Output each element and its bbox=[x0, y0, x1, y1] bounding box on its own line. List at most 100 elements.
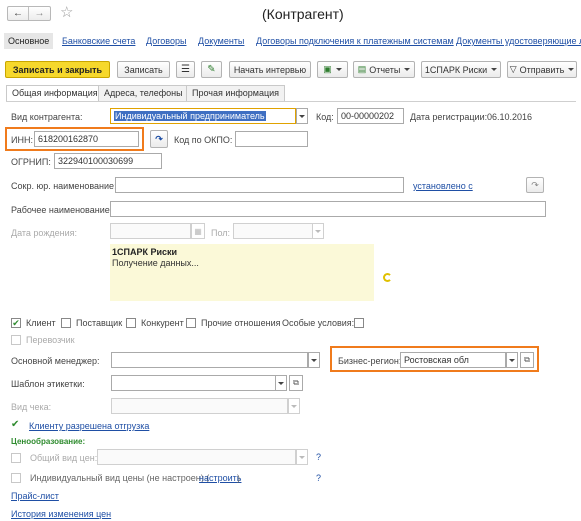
tab-general-info[interactable]: Общая информация bbox=[6, 85, 104, 102]
related-icon-button[interactable]: ▣ bbox=[317, 61, 348, 78]
okpo-field[interactable] bbox=[235, 131, 308, 147]
code-label: Код: bbox=[316, 112, 334, 122]
carrier-checkbox[interactable] bbox=[11, 335, 21, 345]
manager-field[interactable] bbox=[111, 352, 308, 368]
installed-from-link[interactable]: установлено с bbox=[413, 181, 473, 191]
pricing-heading: Ценообразование: bbox=[11, 437, 86, 446]
forward-button[interactable]: → bbox=[29, 7, 50, 20]
tab-label: Общая информация bbox=[12, 88, 98, 98]
manager-dropdown-button[interactable] bbox=[308, 352, 320, 368]
back-button[interactable]: ← bbox=[8, 7, 29, 20]
birth-date-field[interactable] bbox=[110, 223, 191, 239]
supplier-checkbox[interactable] bbox=[61, 318, 71, 328]
nav-link-payment-contracts[interactable]: Договоры подключения к платежным система… bbox=[256, 36, 454, 46]
region-dropdown-button[interactable] bbox=[506, 352, 518, 368]
chevron-down-icon bbox=[311, 358, 317, 362]
inn-field[interactable]: 618200162870 bbox=[34, 131, 139, 147]
price-list-link[interactable]: Прайс-лист bbox=[11, 491, 59, 501]
spark-panel: 1СПАРК Риски Получение данных... bbox=[110, 244, 374, 301]
price-history-link[interactable]: История изменения цен bbox=[11, 509, 111, 519]
ogrnip-field[interactable]: 322940100030699 bbox=[54, 153, 162, 169]
label-template-dropdown-button[interactable] bbox=[275, 375, 287, 391]
competitor-checkbox[interactable] bbox=[126, 318, 136, 328]
start-interview-button[interactable]: Начать интервью bbox=[229, 61, 311, 78]
ogrnip-label: ОГРНИП: bbox=[11, 157, 51, 167]
spark-risks-button[interactable]: 1СПАРК Риски bbox=[421, 61, 501, 78]
other-relations-label: Прочие отношения bbox=[201, 318, 281, 328]
special-conditions-label: Особые условия: bbox=[282, 318, 355, 328]
other-relations-checkbox[interactable] bbox=[186, 318, 196, 328]
region-label: Бизнес-регион: bbox=[338, 356, 402, 366]
nav-link-bank-accounts[interactable]: Банковские счета bbox=[62, 36, 135, 46]
nav-link-contracts[interactable]: Договоры bbox=[146, 36, 186, 46]
kind-dropdown-button[interactable] bbox=[296, 108, 308, 124]
send-label: Отправить bbox=[519, 64, 565, 75]
label-template-label: Шаблон этикетки: bbox=[11, 379, 85, 389]
tab-other-info[interactable]: Прочая информация bbox=[186, 85, 286, 101]
region-open-button[interactable]: ⧉ bbox=[520, 352, 534, 368]
nav-buttons: ← → bbox=[7, 6, 51, 21]
calendar-icon: ▦ bbox=[194, 226, 202, 236]
reg-date-value: 06.10.2016 bbox=[487, 112, 533, 122]
common-price-label: Общий вид цен: bbox=[30, 453, 98, 463]
favorite-star-icon[interactable]: ☆ bbox=[60, 3, 73, 21]
reports-icon: ▤ bbox=[357, 64, 367, 74]
arrow-refresh-icon: ↷ bbox=[531, 179, 539, 190]
check-mark-icon: ✔ bbox=[11, 419, 20, 430]
list-icon-button[interactable]: ☰ bbox=[176, 61, 195, 78]
edit-icon-button[interactable]: ✎ bbox=[201, 61, 222, 78]
send-button[interactable]: ▽ Отправить bbox=[507, 61, 577, 78]
region-field[interactable]: Ростовская обл bbox=[400, 352, 506, 368]
fill-by-inn-button[interactable]: ↷ bbox=[150, 130, 168, 148]
code-value: 00-00000202 bbox=[341, 111, 395, 121]
label-template-open-button[interactable]: ⧉ bbox=[289, 375, 303, 391]
okpo-label: Код по ОКПО: bbox=[174, 135, 233, 145]
client-checkbox[interactable]: ✔ bbox=[11, 318, 21, 328]
nav-link-id-documents[interactable]: Документы удостоверяющие ли bbox=[456, 36, 581, 46]
calendar-button[interactable]: ▦ bbox=[191, 223, 205, 239]
check-kind-select[interactable] bbox=[111, 398, 288, 414]
window-title: (Контрагент) bbox=[262, 6, 344, 22]
start-interview-label: Начать интервью bbox=[233, 64, 307, 75]
kind-label: Вид контрагента: bbox=[11, 112, 83, 122]
special-conditions-checkbox[interactable] bbox=[354, 318, 364, 328]
configure-price-link[interactable]: настроить bbox=[199, 473, 241, 483]
common-price-help-icon[interactable]: ? bbox=[316, 452, 321, 462]
chevron-down-icon bbox=[404, 68, 411, 71]
supplier-label: Поставщик bbox=[76, 318, 123, 328]
save-button[interactable]: Записать bbox=[117, 61, 170, 78]
common-price-dropdown-button[interactable] bbox=[296, 449, 308, 465]
kind-select[interactable]: Индивидуальный предприниматель bbox=[110, 108, 296, 124]
chevron-down-icon bbox=[315, 229, 321, 233]
label-template-field[interactable] bbox=[111, 375, 276, 391]
check-kind-dropdown-button[interactable] bbox=[288, 398, 300, 414]
birth-date-label: Дата рождения: bbox=[11, 228, 77, 238]
reports-button[interactable]: ▤ Отчеты bbox=[353, 61, 415, 78]
tab-addresses-phones[interactable]: Адреса, телефоны bbox=[98, 85, 189, 101]
individual-price-checkbox[interactable] bbox=[11, 473, 21, 483]
code-field[interactable]: 00-00000202 bbox=[337, 108, 404, 124]
gender-dropdown-button[interactable] bbox=[312, 223, 324, 239]
short-name-field[interactable] bbox=[115, 177, 404, 193]
tab-label: Адреса, телефоны bbox=[104, 88, 183, 98]
common-price-checkbox[interactable] bbox=[11, 453, 21, 463]
common-price-select[interactable] bbox=[97, 449, 296, 465]
work-name-field[interactable] bbox=[110, 201, 546, 217]
nav-link-documents[interactable]: Документы bbox=[198, 36, 244, 46]
individual-price-close: ) bbox=[237, 473, 240, 483]
nav-tab-main[interactable]: Основное bbox=[4, 33, 54, 49]
kind-value: Индивидуальный предприниматель bbox=[114, 111, 266, 121]
shipment-allowed-link[interactable]: Клиенту разрешена отгрузка bbox=[29, 421, 149, 431]
reg-date-label: Дата регистрации: bbox=[410, 112, 488, 122]
inn-value: 618200162870 bbox=[38, 134, 99, 144]
individual-price-help-icon[interactable]: ? bbox=[316, 473, 321, 483]
save-and-close-label: Записать и закрыть bbox=[12, 64, 103, 75]
manager-label: Основной менеджер: bbox=[11, 356, 100, 366]
chevron-down-icon bbox=[291, 404, 297, 408]
inn-label: ИНН: bbox=[11, 135, 33, 145]
gender-select[interactable] bbox=[233, 223, 313, 239]
carrier-label: Перевозчик bbox=[26, 335, 75, 345]
reports-label: Отчеты bbox=[369, 64, 401, 75]
short-name-refresh-button[interactable]: ↷ bbox=[526, 177, 544, 193]
save-and-close-button[interactable]: Записать и закрыть bbox=[5, 61, 110, 78]
